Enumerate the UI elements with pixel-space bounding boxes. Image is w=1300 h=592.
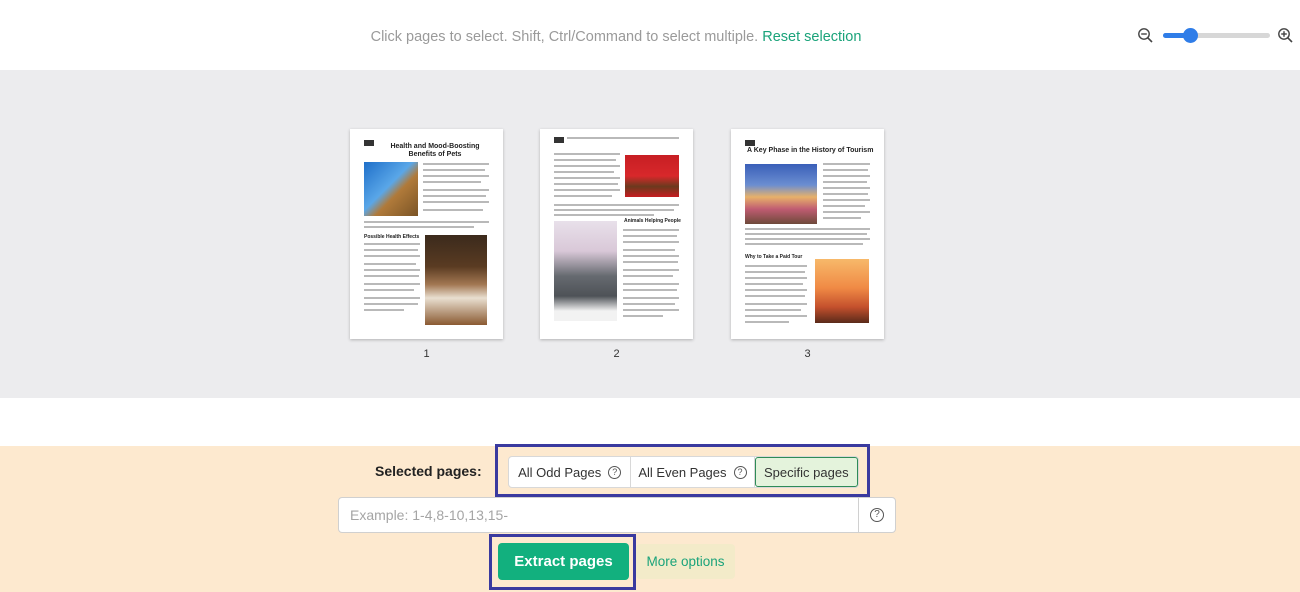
extract-options-panel: Selected pages: All Odd Pages ? All Even… [0,444,1300,592]
cat-photo [364,162,418,216]
page-subheading: Possible Health Effects [364,234,420,240]
reset-selection-link[interactable]: Reset selection [762,29,861,45]
selection-options-highlight [495,444,870,497]
page-number-3: 3 [804,348,811,360]
page-thumbnails-area: Health and Mood-Boosting Benefits of Pet… [0,70,1300,398]
selection-hint-text: Click pages to select. Shift, Ctrl/Comma… [370,29,759,45]
zoom-in-icon[interactable] [1277,27,1294,44]
eiffel-tower-photo [815,259,869,323]
page-thumbnail-1[interactable]: Health and Mood-Boosting Benefits of Pet… [350,129,503,339]
extract-button-highlight [489,534,636,590]
document-logo [364,140,374,146]
selected-pages-label: Selected pages: [375,463,482,479]
selection-hint: Click pages to select. Shift, Ctrl/Comma… [0,29,1232,45]
vintage-car-street-photo [745,164,817,224]
toolbar: Click pages to select. Shift, Ctrl/Comma… [0,0,1300,70]
page-number-1: 1 [423,348,430,360]
page-subheading: Why to Take a Paid Tour [745,254,803,260]
zoom-out-icon[interactable] [1137,27,1154,44]
page-range-help-button[interactable]: ? [858,497,896,533]
more-options-button[interactable]: More options [636,544,735,579]
page-heading: A Key Phase in the History of Tourism [747,147,874,154]
cat-with-tulips-photo [554,221,617,321]
document-logo [554,137,564,143]
zoom-slider[interactable] [1163,28,1270,43]
page-subheading: Animals Helping People [624,218,681,224]
page-range-input[interactable] [338,497,859,533]
document-logo [745,140,755,146]
page-thumbnail-2[interactable]: Animals Helping People [540,129,693,339]
page-thumbnail-3[interactable]: A Key Phase in the History of Tourism Wh… [731,129,884,339]
zoom-control [1137,26,1297,46]
page-heading: Health and Mood-Boosting Benefits of Pet… [390,143,480,158]
christmas-pets-photo [625,155,679,197]
dog-and-cat-photo [425,235,487,325]
page-number-2: 2 [613,348,620,360]
help-icon: ? [870,508,884,522]
zoom-slider-handle[interactable] [1183,28,1198,43]
